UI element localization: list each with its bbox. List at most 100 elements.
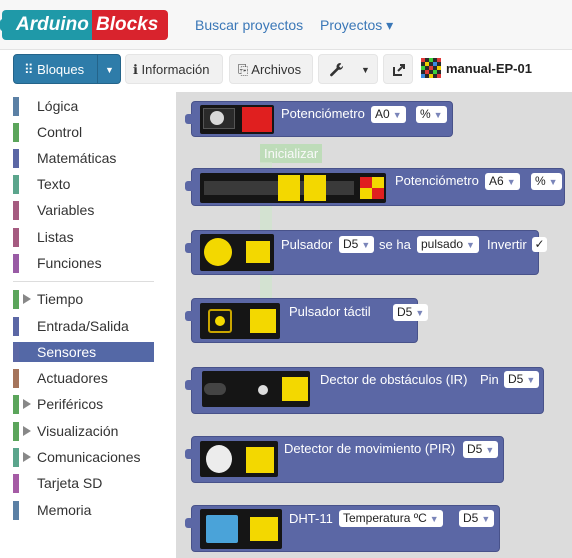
- dropdown-arrow-icon: ▼: [481, 514, 491, 524]
- pin-dropdown[interactable]: D5 ▼: [463, 441, 499, 458]
- dht11-block[interactable]: DHT-11 Temperatura ºC ▼ D5 ▼: [185, 505, 500, 552]
- dropdown-arrow-icon: ▼: [361, 240, 371, 250]
- category-label: Memoria: [37, 502, 92, 518]
- dropdown-arrow-icon: ▼: [548, 177, 558, 187]
- block-mid-label: se ha: [379, 237, 411, 252]
- category-comunicaciones[interactable]: Comunicaciones: [13, 447, 154, 467]
- arduinoblocks-logo[interactable]: Arduino Blocks: [0, 10, 170, 40]
- category-label: Sensores: [37, 344, 97, 360]
- info-button[interactable]: ℹ Información: [125, 54, 223, 84]
- pin-dropdown[interactable]: A0 ▼: [371, 106, 406, 123]
- share-icon: [393, 64, 405, 76]
- share-button[interactable]: [383, 54, 413, 84]
- expand-arrow-icon[interactable]: [23, 426, 31, 436]
- files-button[interactable]: ⎘ Archivos: [229, 54, 313, 84]
- category-label: Entrada/Salida: [37, 318, 129, 334]
- unit-value: %: [535, 174, 546, 188]
- push-button-block[interactable]: Pulsador D5 ▼ se ha pulsado ▼ Invertir ✓: [185, 230, 547, 275]
- state-dropdown[interactable]: pulsado ▼: [417, 236, 479, 253]
- category-tarjeta-sd[interactable]: Tarjeta SD: [13, 473, 154, 493]
- category-label: Control: [37, 124, 83, 140]
- category-color-bar: [13, 123, 19, 142]
- dropdown-arrow-icon: ▼: [433, 110, 443, 120]
- category-color-bar: [13, 254, 19, 273]
- blocks-button[interactable]: ⠿ Bloques ▼: [13, 54, 121, 84]
- category-actuadores[interactable]: Actuadores: [13, 368, 154, 388]
- blocks-workspace[interactable]: Inicializar Potenciómetro A0 ▼ % ▼ Potenci…: [176, 92, 572, 558]
- projects-menu[interactable]: Proyectos ▾: [320, 17, 393, 34]
- category-entrada-salida[interactable]: Entrada/Salida: [13, 316, 154, 336]
- expand-arrow-icon[interactable]: [23, 452, 31, 462]
- category-logica[interactable]: Lógica: [13, 96, 154, 116]
- invert-checkbox[interactable]: ✓: [532, 237, 547, 252]
- category-label: Matemáticas: [37, 150, 117, 166]
- ir-obstacle-block[interactable]: Dector de obstáculos (IR) Pin D5 ▼: [185, 367, 544, 414]
- pin-value: A6: [489, 174, 504, 188]
- pin-dropdown[interactable]: D5 ▼: [459, 510, 495, 527]
- category-color-bar: [13, 228, 19, 247]
- category-color-bar: [13, 201, 19, 220]
- pin-dropdown[interactable]: A6 ▼: [485, 173, 520, 190]
- output-connector: [185, 449, 193, 459]
- category-control[interactable]: Control: [13, 122, 154, 142]
- project-name: manual-EP-01: [446, 61, 532, 76]
- project-icon: [421, 58, 441, 78]
- pin-dropdown[interactable]: D5 ▼: [339, 236, 375, 253]
- blocks-button-separator: [97, 55, 98, 83]
- category-perifericos[interactable]: Periféricos: [13, 394, 154, 414]
- pin-dropdown[interactable]: D5 ▼: [504, 371, 540, 388]
- blocks-button-label: ⠿ Bloques: [24, 62, 85, 77]
- category-funciones[interactable]: Funciones: [13, 253, 154, 273]
- search-projects-link[interactable]: Buscar proyectos: [195, 17, 303, 33]
- measure-value: Temperatura ºC: [343, 511, 427, 525]
- tools-button[interactable]: ▼: [318, 54, 378, 84]
- category-color-bar: [13, 343, 19, 362]
- touch-button-block[interactable]: Pulsador táctil D5 ▼: [185, 298, 429, 343]
- output-connector: [185, 518, 193, 528]
- dropdown-arrow-icon: ▼: [506, 177, 516, 187]
- blocks-dropdown-caret[interactable]: ▼: [105, 55, 114, 85]
- category-color-bar: [13, 395, 19, 414]
- tools-dropdown-caret: ▼: [361, 65, 370, 75]
- output-connector: [185, 114, 193, 124]
- category-matematicas[interactable]: Matemáticas: [13, 148, 154, 168]
- pir-motion-block[interactable]: Detector de movimiento (PIR) D5 ▼: [185, 436, 504, 483]
- top-navbar: Arduino Blocks Buscar proyectos Proyecto…: [0, 0, 572, 50]
- category-sidebar: Lógica Control Matemáticas Texto Variabl…: [0, 92, 160, 558]
- category-label: Periféricos: [37, 396, 104, 412]
- files-button-label: ⎘ Archivos: [238, 62, 302, 77]
- pin-dropdown[interactable]: D5 ▼: [393, 304, 429, 321]
- state-value: pulsado: [421, 237, 464, 251]
- dropdown-arrow-icon: ▼: [392, 110, 402, 120]
- unit-dropdown[interactable]: % ▼: [416, 106, 447, 123]
- category-color-bar: [13, 448, 19, 467]
- expand-arrow-icon[interactable]: [23, 399, 31, 409]
- pin-value: D5: [397, 305, 413, 319]
- category-visualizacion[interactable]: Visualización: [13, 421, 154, 441]
- pin-value: D5: [508, 372, 524, 386]
- potentiometer-block[interactable]: Potenciómetro A0 ▼ % ▼: [185, 101, 453, 137]
- block-label: DHT-11: [289, 511, 333, 526]
- category-texto[interactable]: Texto: [13, 174, 154, 194]
- output-connector: [185, 311, 193, 321]
- info-button-label: ℹ Información: [133, 62, 210, 77]
- category-memoria[interactable]: Memoria: [13, 500, 154, 520]
- dropdown-arrow-icon: ▼: [466, 240, 475, 250]
- category-label: Funciones: [37, 255, 102, 271]
- category-label: Lógica: [37, 98, 79, 114]
- category-listas[interactable]: Listas: [13, 227, 154, 247]
- category-color-bar: [13, 317, 19, 336]
- category-tiempo[interactable]: Tiempo: [13, 289, 154, 309]
- category-sensores[interactable]: Sensores: [13, 342, 154, 362]
- block-label: Potenciómetro: [281, 106, 365, 121]
- unit-dropdown[interactable]: % ▼: [531, 173, 562, 190]
- block-label: Detector de movimiento (PIR): [284, 441, 456, 456]
- category-label: Listas: [37, 229, 74, 245]
- invert-label: Invertir: [487, 237, 527, 252]
- category-variables[interactable]: Variables: [13, 200, 154, 220]
- category-color-bar: [13, 175, 19, 194]
- expand-arrow-icon[interactable]: [23, 294, 31, 304]
- pin-value: D5: [467, 442, 483, 456]
- measure-dropdown[interactable]: Temperatura ºC ▼: [339, 510, 443, 527]
- slider-potentiometer-block[interactable]: Potenciómetro A6 ▼ % ▼: [185, 168, 565, 206]
